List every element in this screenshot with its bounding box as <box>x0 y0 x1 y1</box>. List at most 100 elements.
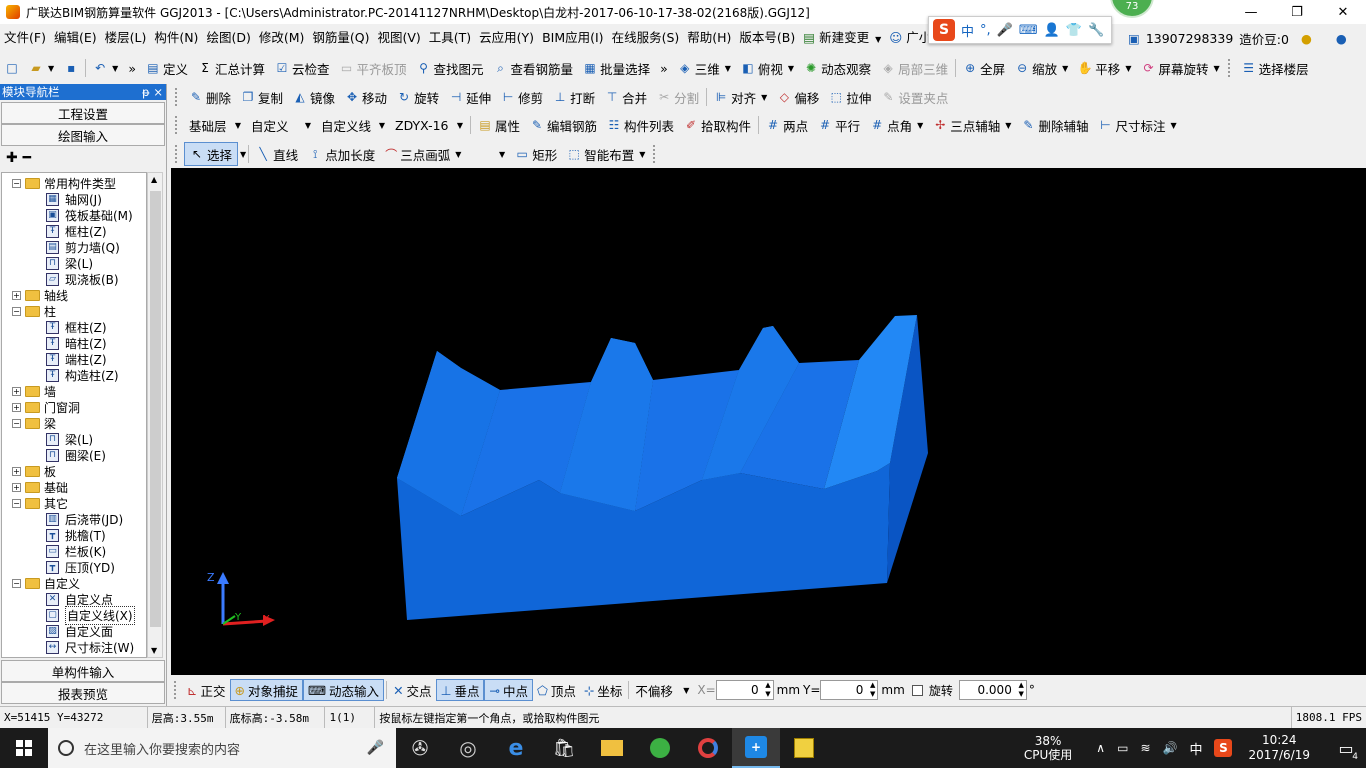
coordinate-snap[interactable]: ⊹ 坐标 <box>580 679 627 701</box>
tree-item[interactable]: ┳ 挑檐(T) <box>46 527 106 543</box>
batch-select-button[interactable]: ▦ 批量选择 <box>578 56 655 80</box>
task-360-icon[interactable] <box>636 728 684 768</box>
perpendicular-snap[interactable]: ⊥ 垂点 <box>435 679 485 701</box>
toolbar-grip[interactable] <box>175 145 181 163</box>
line-tool-button[interactable]: ╲ 直线 <box>251 142 303 166</box>
delete-button[interactable]: ✎ 删除 <box>184 85 236 109</box>
object-snap-toggle[interactable]: ⊕ 对象捕捉 <box>229 679 303 701</box>
pick-component-button[interactable]: ✐ 拾取构件 <box>679 113 756 137</box>
tree-item[interactable]: ⊓ 梁(L) <box>46 255 93 271</box>
trim-button[interactable]: ⊢ 修剪 <box>496 85 548 109</box>
maximize-button[interactable]: ❐ <box>1274 0 1320 24</box>
properties-button[interactable]: ▤ 属性 <box>473 113 525 137</box>
scroll-up-icon[interactable]: ▲ <box>151 175 157 184</box>
microphone-icon[interactable]: 🎤 <box>367 740 384 756</box>
split-button[interactable]: ✂ 分割 <box>652 85 704 109</box>
two-points-button[interactable]: # 两点 <box>761 113 813 137</box>
collapse-icon[interactable]: − <box>12 578 21 588</box>
volume-icon[interactable]: 🔊 <box>1163 741 1178 755</box>
zoom-button[interactable]: ⊖ 缩放 ▼ <box>1010 56 1073 80</box>
tree-item[interactable]: Ŧ 端柱(Z) <box>46 351 107 367</box>
dynamic-input-toggle[interactable]: ⌨ 动态输入 <box>303 679 385 701</box>
tree-folder[interactable]: + 板 <box>12 463 56 479</box>
tray-chevron-up-icon[interactable]: ∧ <box>1096 741 1105 755</box>
tree-item[interactable]: ▥ 后浇带(JD) <box>46 511 123 527</box>
summary-calc-button[interactable]: Σ 汇总计算 <box>193 56 270 80</box>
dynamic-observe-button[interactable]: ✺ 动态观察 <box>799 56 876 80</box>
select-tool-button[interactable]: ↖ 选择 <box>184 142 239 166</box>
tree-item[interactable]: ▱ 现浇板(B) <box>46 271 119 287</box>
toolbar-grip[interactable] <box>653 145 659 163</box>
cloud-check-button[interactable]: ☑ 云检查 <box>270 56 335 80</box>
tree-folder[interactable]: − 柱 <box>12 303 56 319</box>
rectangle-tool-button[interactable]: ▭ 矩形 <box>510 142 562 166</box>
toolbar-grip[interactable] <box>175 116 181 134</box>
menu-bim[interactable]: BIM应用(I) <box>538 24 608 52</box>
taskbar-search[interactable]: 在这里输入你要搜索的内容 🎤 <box>48 728 396 768</box>
beans-count[interactable]: 造价豆:0 <box>1239 29 1289 48</box>
merge-button[interactable]: ⊤ 合并 <box>600 85 652 109</box>
menu-help[interactable]: 帮助(H) <box>683 24 735 52</box>
rotate-checkbox[interactable] <box>911 684 923 696</box>
tree-item[interactable]: Ŧ 暗柱(Z) <box>46 335 107 351</box>
start-button[interactable] <box>0 728 48 768</box>
tree-item[interactable]: ▣ 筏板基础(M) <box>46 207 133 223</box>
spinner-icon[interactable]: ▲ ▼ <box>765 681 770 699</box>
menu-new-change[interactable]: ▤ 新建变更 ▼ <box>799 24 885 52</box>
fullscreen-button[interactable]: ⊕ 全屏 <box>958 56 1010 80</box>
task-browser-icon[interactable]: ◎ <box>444 728 492 768</box>
menu-online[interactable]: 在线服务(S) <box>608 24 684 52</box>
save-button[interactable]: ▪ <box>59 56 83 80</box>
menu-version[interactable]: 版本号(B) <box>735 24 799 52</box>
cpu-monitor[interactable]: 38% CPU使用 <box>1024 734 1072 762</box>
edit-rebar-button[interactable]: ✎ 编辑钢筋 <box>525 113 602 137</box>
rotate-button[interactable]: ↻ 旋转 <box>392 85 444 109</box>
tree-item[interactable]: Ŧ 构造柱(Z) <box>46 367 119 383</box>
type-select[interactable]: 自定义线 ▼ <box>316 113 390 137</box>
task-fan-icon[interactable]: ✇ <box>396 728 444 768</box>
tree-item[interactable]: ⊓ 圈梁(E) <box>46 447 106 463</box>
intersection-snap[interactable]: ✕ 交点 <box>389 679 436 701</box>
three-point-axis-button[interactable]: ✢ 三点辅轴 ▼ <box>928 113 1016 137</box>
floor-select[interactable]: 基础层 ▼ <box>184 113 246 137</box>
copy-button[interactable]: ❐ 复制 <box>236 85 288 109</box>
clock[interactable]: 10:24 2017/6/19 <box>1248 733 1310 763</box>
tree-item[interactable]: ↔ 尺寸标注(W) <box>46 639 134 655</box>
open-file-button[interactable]: ▰ ▼ <box>24 56 59 80</box>
tree-folder[interactable]: − 其它 <box>12 495 68 511</box>
ortho-toggle[interactable]: ⊾ 正交 <box>183 679 230 701</box>
expand-icon[interactable]: + <box>12 466 21 476</box>
user-icon[interactable]: 👤 <box>1044 23 1060 38</box>
tree-scrollbar[interactable]: ▲ ▼ <box>147 172 163 658</box>
toolbar-grip[interactable] <box>1227 59 1234 77</box>
set-grip-button[interactable]: ✎ 设置夹点 <box>876 85 953 109</box>
close-button[interactable]: ✕ <box>1320 0 1366 24</box>
offset-button[interactable]: ◇ 偏移 <box>772 85 824 109</box>
component-select[interactable]: ZDYX-16 ▼ <box>390 113 468 137</box>
expand-icon[interactable]: + <box>12 482 21 492</box>
find-element-button[interactable]: ⚲ 查找图元 <box>412 56 489 80</box>
tree-folder[interactable]: + 轴线 <box>12 287 68 303</box>
pan-button[interactable]: ✋ 平移 ▼ <box>1073 56 1136 80</box>
task-ggj-icon[interactable]: + <box>732 728 780 768</box>
task-glodon-icon[interactable] <box>684 728 732 768</box>
undo-button[interactable]: ↶ ▼ <box>88 56 123 80</box>
drawing-input-button[interactable]: 绘图输入 <box>1 124 165 146</box>
wifi-icon[interactable]: ≋ <box>1140 741 1150 755</box>
expand-icon[interactable]: + <box>12 386 21 396</box>
parallel-button[interactable]: # 平行 <box>813 113 865 137</box>
menu-modify[interactable]: 修改(M) <box>255 24 309 52</box>
chevron-down-icon[interactable]: ▼ <box>240 150 246 159</box>
task-notes-icon[interactable] <box>780 728 828 768</box>
menu-cloud[interactable]: 云应用(Y) <box>475 24 538 52</box>
tree-item[interactable]: ▨ 自定义面 <box>46 623 113 639</box>
model-canvas[interactable]: Z Y X <box>171 168 1366 675</box>
sogou-tray-icon[interactable]: S <box>1214 739 1233 757</box>
punctuation-icon[interactable]: °, <box>980 23 991 38</box>
expand-icon[interactable]: + <box>12 402 21 412</box>
single-component-input-button[interactable]: 单构件输入 <box>1 660 165 682</box>
tree-folder[interactable]: − 梁 <box>12 415 56 431</box>
expand-collapse-icons[interactable]: ✚ ━ <box>6 150 31 166</box>
toolbar-grip[interactable] <box>175 88 181 106</box>
toolbar-grip[interactable] <box>174 681 180 699</box>
